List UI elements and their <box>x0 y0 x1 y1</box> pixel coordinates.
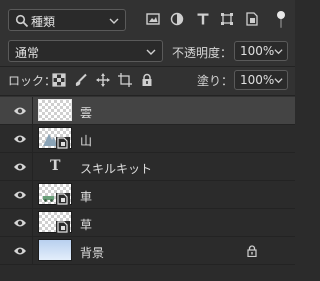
adjustment-filter-icon[interactable] <box>170 12 184 26</box>
divider <box>32 181 33 209</box>
layer-row[interactable]: T スキルキット <box>0 153 295 181</box>
smart-object-badge-icon <box>56 193 70 205</box>
text-layer-icon: T <box>50 158 61 174</box>
type-filter-icon[interactable] <box>196 12 210 26</box>
lock-all-icon[interactable] <box>140 73 154 87</box>
layer-row[interactable]: 草 <box>0 209 295 237</box>
filter-row: 種類 <box>0 0 295 40</box>
opacity-value: 100% <box>240 44 275 58</box>
eye-icon[interactable] <box>13 189 27 201</box>
layer-thumbnail[interactable] <box>38 99 72 121</box>
eye-icon[interactable] <box>13 105 27 117</box>
chevron-down-icon <box>274 49 283 55</box>
car-thumbnail-icon <box>43 196 54 202</box>
filter-toggle-switch[interactable] <box>276 10 286 30</box>
eye-icon[interactable] <box>13 245 27 257</box>
filter-kind-value: 種類 <box>31 15 56 29</box>
divider <box>32 209 33 237</box>
eye-icon[interactable] <box>13 161 27 173</box>
layer-name[interactable]: 背景 <box>80 244 104 261</box>
divider <box>32 125 33 153</box>
layer-row[interactable]: 雲 <box>0 97 295 125</box>
divider <box>0 95 295 96</box>
opacity-field[interactable]: 100% <box>234 41 288 61</box>
layer-row[interactable]: 背景 <box>0 237 295 265</box>
layer-name[interactable]: 草 <box>80 216 92 233</box>
smart-object-filter-icon[interactable] <box>245 12 259 26</box>
smart-object-badge-icon <box>56 221 70 233</box>
lock-position-icon[interactable] <box>96 73 110 87</box>
layer-name[interactable]: スキルキット <box>80 160 152 177</box>
blend-mode-value: 通常 <box>15 46 40 60</box>
lock-transparent-icon[interactable] <box>52 73 66 87</box>
search-icon <box>15 14 29 28</box>
lock-row: ロック： 塗り： 100% <box>0 68 295 92</box>
eye-icon[interactable] <box>13 133 27 145</box>
layer-name[interactable]: 山 <box>80 132 92 149</box>
layer-row[interactable]: 車 <box>0 181 295 209</box>
layer-name[interactable]: 車 <box>80 188 92 205</box>
lock-label: ロック： <box>8 74 57 88</box>
divider <box>0 66 295 67</box>
fill-value: 100% <box>240 73 275 87</box>
lock-image-icon[interactable] <box>74 73 88 87</box>
divider <box>32 97 33 125</box>
blend-mode-dropdown[interactable]: 通常 <box>8 40 163 62</box>
chevron-down-icon <box>274 78 283 84</box>
chevron-down-icon <box>146 49 156 55</box>
filter-kind-dropdown[interactable]: 種類 <box>8 9 126 31</box>
layer-thumbnail[interactable] <box>38 239 72 261</box>
divider <box>32 237 33 265</box>
chevron-down-icon <box>109 18 119 24</box>
layer-name[interactable]: 雲 <box>80 104 92 121</box>
lock-icon[interactable] <box>247 245 257 257</box>
blend-row: 通常 不透明度： 100% <box>0 40 295 64</box>
opacity-label: 不透明度： <box>172 46 233 60</box>
fill-label: 塗り： <box>197 74 234 88</box>
lock-artboard-icon[interactable] <box>118 73 132 87</box>
layer-list: 雲 山 T スキルキット 車 草 背景 <box>0 97 295 281</box>
mountain-thumbnail-icon <box>43 134 57 146</box>
shape-filter-icon[interactable] <box>220 12 234 26</box>
eye-icon[interactable] <box>13 217 27 229</box>
fill-field[interactable]: 100% <box>234 70 288 90</box>
pixel-filter-icon[interactable] <box>146 12 160 26</box>
divider <box>32 153 33 181</box>
smart-object-badge-icon <box>56 137 70 149</box>
layer-row[interactable]: 山 <box>0 125 295 153</box>
layers-panel: 種類 通常 不透明度： 100% ロック： 塗り： 100% 雲 山 T スキル… <box>0 0 295 281</box>
